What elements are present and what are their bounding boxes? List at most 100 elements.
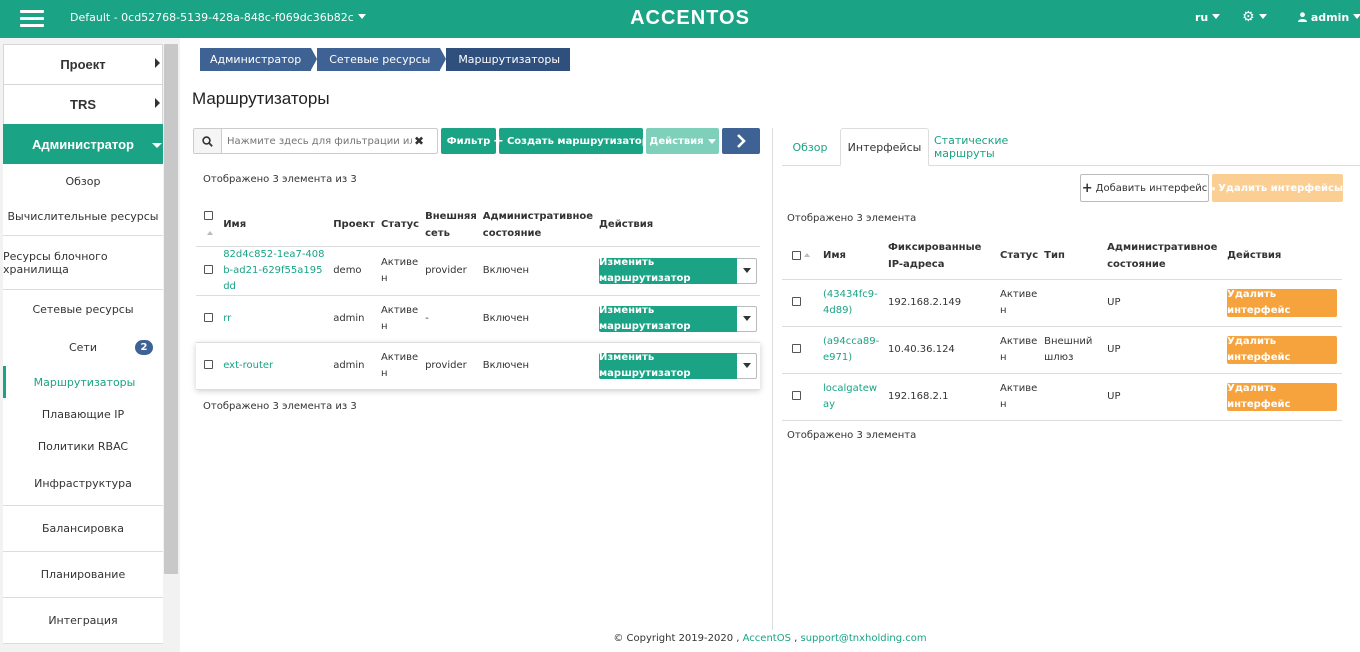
breadcrumb-admin[interactable]: Администратор: [200, 48, 318, 71]
row-checkbox[interactable]: [204, 360, 213, 369]
sort-icon[interactable]: [804, 253, 810, 258]
cell-project: admin: [330, 294, 378, 342]
row-checkbox[interactable]: [792, 344, 801, 353]
footer: © Copyright 2019-2020 , AccentOS , suppo…: [180, 633, 1360, 644]
interfaces-summary-bottom: Отображено 3 элемента: [787, 430, 917, 441]
column-admin-state[interactable]: Административное состояние: [1104, 233, 1224, 279]
table-summary-bottom: Отображено 3 элемента из 3: [203, 401, 357, 412]
cell-admin-state: Включен: [479, 341, 596, 390]
edit-router-button[interactable]: Изменить маршрутизатор: [599, 352, 737, 379]
router-link[interactable]: rr: [223, 313, 231, 324]
select-all-checkbox[interactable]: [204, 211, 213, 221]
search-input[interactable]: [222, 135, 412, 147]
sidebar-item-compute[interactable]: Вычислительные ресурсы: [3, 198, 163, 236]
delete-interfaces-label: Удалить интерфейсы: [1218, 182, 1343, 194]
search-icon[interactable]: [194, 129, 222, 153]
sidebar-section-admin[interactable]: Администратор: [3, 124, 163, 164]
select-all-checkbox[interactable]: [792, 250, 801, 260]
table-row: (a94cca89-e971) 10.40.36.124 Активен Вне…: [782, 325, 1342, 373]
interface-link[interactable]: (43434fc9-4d89): [823, 287, 881, 319]
sidebar-section-trs[interactable]: TRS: [3, 84, 163, 124]
sidebar-item-network[interactable]: Сетевые ресурсы: [3, 290, 163, 328]
interface-link[interactable]: localgateway: [823, 381, 881, 413]
column-name[interactable]: Имя: [220, 204, 330, 246]
sidebar-menu: Проект TRS Администратор Обзор Вычислите…: [3, 44, 163, 644]
project-selector[interactable]: Default - 0cd52768-5139-428a-848c-f069dc…: [70, 11, 366, 24]
sidebar-item-infrastructure[interactable]: Инфраструктура: [3, 462, 163, 506]
cell-network: provider: [422, 245, 480, 295]
chevron-down-icon: [1353, 14, 1360, 19]
chevron-right-icon: [155, 58, 160, 68]
sidebar-item-integration[interactable]: Интеграция: [3, 598, 163, 644]
column-fixed-ips[interactable]: Фиксированные IP-адреса: [885, 233, 997, 279]
row-checkbox[interactable]: [204, 313, 213, 322]
row-actions-toggle[interactable]: [737, 352, 757, 379]
support-email-link[interactable]: support@tnxholding.com: [800, 633, 926, 644]
delete-interfaces-button[interactable]: Удалить интерфейсы: [1212, 174, 1343, 202]
add-interface-label: Добавить интерфейс: [1095, 182, 1208, 194]
create-router-button[interactable]: + Создать маршрутизатор: [493, 128, 649, 154]
gear-icon: ⚙: [1242, 9, 1255, 25]
menu-icon[interactable]: [20, 10, 44, 28]
settings-menu[interactable]: ⚙: [1242, 9, 1267, 25]
router-link[interactable]: 82d4c852-1ea7-408b-ad21-629f55a195dd: [223, 247, 327, 295]
actions-dropdown[interactable]: Действия: [646, 128, 719, 154]
sidebar-item-planning[interactable]: Планирование: [3, 552, 163, 598]
sort-icon[interactable]: [207, 230, 213, 235]
sidebar-item-block-storage[interactable]: Ресурсы блочного хранилища: [3, 236, 163, 290]
column-status[interactable]: Статус: [378, 204, 422, 246]
sidebar-section-project[interactable]: Проект: [3, 44, 163, 84]
chevron-down-icon: [707, 138, 716, 144]
column-network[interactable]: Внешняя сеть: [422, 204, 480, 246]
breadcrumb-network[interactable]: Сетевые ресурсы: [317, 48, 447, 71]
language-selector[interactable]: ru: [1195, 11, 1221, 24]
breadcrumb-routers[interactable]: Маршрутизаторы: [446, 48, 571, 71]
row-actions-toggle[interactable]: [737, 257, 757, 284]
row-actions-toggle[interactable]: [737, 305, 757, 332]
row-action-group: Изменить маршрутизатор: [599, 257, 757, 284]
column-name[interactable]: Имя: [820, 233, 885, 279]
column-type[interactable]: Тип: [1041, 233, 1104, 279]
panel-divider: [772, 128, 773, 630]
router-link[interactable]: ext-router: [223, 360, 273, 371]
column-admin-state[interactable]: Административное состояние: [480, 204, 596, 246]
chevron-right-icon: [155, 98, 160, 108]
sidebar-section-label: Проект: [60, 57, 106, 72]
tab-static-routes[interactable]: Статические маршруты: [934, 128, 1062, 166]
row-checkbox[interactable]: [792, 297, 801, 306]
sidebar-item-overview[interactable]: Обзор: [3, 164, 163, 198]
delete-interface-button[interactable]: Удалить интерфейс: [1227, 335, 1338, 364]
delete-interface-button[interactable]: Удалить интерфейс: [1227, 382, 1338, 411]
brand-logo: ACCENTOS: [630, 7, 750, 29]
tab-overview[interactable]: Обзор: [784, 128, 836, 166]
search-box: ✖: [193, 128, 438, 154]
row-checkbox[interactable]: [204, 265, 213, 274]
interface-link[interactable]: (a94cca89-e971): [823, 334, 881, 366]
close-icon[interactable]: ✖: [414, 134, 424, 148]
row-checkbox[interactable]: [792, 391, 801, 400]
accentos-link[interactable]: AccentOS: [743, 633, 791, 644]
create-router-label: Создать маршрутизатор: [506, 135, 649, 147]
sidebar-item-networks[interactable]: Сети 2: [3, 328, 163, 366]
sidebar-item-balancing[interactable]: Балансировка: [3, 506, 163, 552]
plus-icon: +: [1081, 180, 1093, 196]
tab-interfaces[interactable]: Интерфейсы: [840, 128, 929, 166]
edit-router-button[interactable]: Изменить маршрутизатор: [599, 257, 737, 284]
edit-router-button[interactable]: Изменить маршрутизатор: [599, 305, 737, 332]
delete-interface-button[interactable]: Удалить интерфейс: [1227, 288, 1338, 317]
add-interface-button[interactable]: + Добавить интерфейс: [1080, 174, 1209, 202]
cell-ip: 10.40.36.124: [885, 325, 997, 373]
column-project[interactable]: Проект: [330, 204, 378, 246]
sidebar-item-rbac[interactable]: Политики RBAC: [3, 430, 163, 462]
expand-panel-button[interactable]: [722, 128, 760, 154]
sidebar-item-routers[interactable]: Маршрутизаторы: [3, 366, 163, 398]
sidebar-item-label: Маршрутизаторы: [33, 375, 136, 389]
actions-label: Действия: [649, 135, 704, 147]
cell-status: Активен: [377, 341, 423, 390]
sidebar-scrollbar[interactable]: [164, 44, 178, 574]
sidebar-item-floating-ip[interactable]: Плавающие IP: [3, 398, 163, 430]
language-label: ru: [1195, 11, 1209, 24]
column-status[interactable]: Статус: [997, 233, 1041, 279]
user-menu[interactable]: admin: [1298, 11, 1360, 24]
filter-button[interactable]: Фильтр: [441, 128, 496, 154]
